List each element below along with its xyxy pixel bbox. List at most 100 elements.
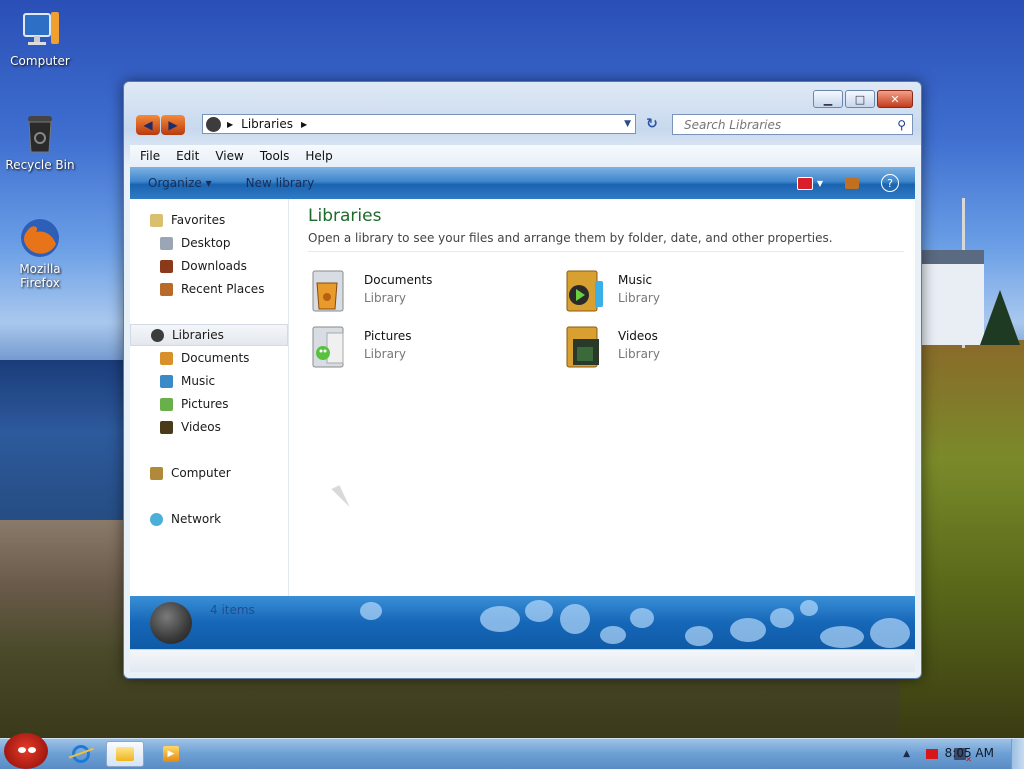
page-title: Libraries: [308, 206, 382, 226]
preview-pane-button[interactable]: [845, 177, 859, 189]
library-name: Pictures: [364, 329, 412, 343]
search-icon[interactable]: ⚲: [897, 118, 906, 132]
documents-icon: [160, 351, 173, 365]
taskbar-internet-explorer[interactable]: [62, 741, 100, 767]
show-hidden-icons-button[interactable]: ▲: [903, 749, 910, 759]
nav-recent-places[interactable]: Recent Places: [130, 278, 288, 300]
nav-desktop[interactable]: Desktop: [130, 232, 288, 254]
explorer-window: ▁ □ ✕ ◀ ▶ ▶ Libraries ▶ ▼ ↻ ⚲ File Edit …: [123, 81, 922, 679]
file-list: Libraries Open a library to see your fil…: [289, 199, 915, 596]
taskbar-media-player[interactable]: ▶: [152, 741, 190, 767]
library-documents[interactable]: Documents Library: [311, 267, 551, 317]
menu-edit[interactable]: Edit: [176, 149, 199, 163]
library-type: Library: [364, 347, 406, 361]
close-button[interactable]: ✕: [877, 90, 913, 108]
minimize-button[interactable]: ▁: [813, 90, 843, 108]
maximize-icon: □: [854, 92, 866, 106]
breadcrumb-expand-icon[interactable]: ▶: [301, 120, 307, 129]
maximize-button[interactable]: □: [845, 90, 875, 108]
show-desktop-button[interactable]: [1011, 739, 1024, 769]
music-library-icon: [565, 269, 603, 313]
details-pane: 4 items: [130, 596, 915, 649]
nav-computer[interactable]: Computer: [130, 462, 288, 484]
nav-music[interactable]: Music: [130, 370, 288, 392]
search-input[interactable]: [682, 116, 898, 133]
chevron-down-icon: ▼: [816, 178, 823, 188]
command-bar: Organize ▾ New library ▼ ?: [130, 167, 915, 199]
library-type: Library: [618, 347, 660, 361]
nav-favorites[interactable]: Favorites: [130, 209, 288, 231]
nav-label: Downloads: [181, 259, 247, 273]
music-icon: [160, 374, 173, 388]
forward-arrow-icon: ▶: [168, 118, 178, 132]
taskbar: ▶ ▲ 8:05 AM: [0, 733, 1024, 769]
star-icon: [150, 213, 163, 227]
action-center-icon[interactable]: [926, 749, 938, 759]
clock[interactable]: 8:05 AM: [945, 746, 994, 760]
nav-downloads[interactable]: Downloads: [130, 255, 288, 277]
library-pictures[interactable]: Pictures Library: [311, 323, 551, 373]
nav-label: Desktop: [181, 236, 231, 250]
library-videos[interactable]: Videos Library: [565, 323, 805, 373]
nav-network[interactable]: Network: [130, 508, 288, 530]
videos-library-icon: [565, 325, 601, 369]
desktop-icon-computer[interactable]: Computer: [0, 8, 80, 68]
address-dropdown-icon[interactable]: ▼: [624, 119, 631, 129]
close-icon: ✕: [890, 92, 900, 106]
library-type: Library: [618, 291, 660, 305]
menu-view[interactable]: View: [215, 149, 243, 163]
library-name: Music: [618, 273, 653, 287]
taskbar-explorer[interactable]: [106, 741, 144, 767]
help-button[interactable]: ?: [881, 174, 899, 192]
nav-label: Recent Places: [181, 282, 265, 296]
back-button[interactable]: ◀: [136, 115, 160, 135]
decor-bubble: [360, 602, 382, 620]
nav-videos[interactable]: Videos: [130, 416, 288, 438]
nav-documents[interactable]: Documents: [130, 347, 288, 369]
downloads-icon: [160, 259, 173, 273]
forward-button[interactable]: ▶: [161, 115, 185, 135]
decor-bubble: [770, 608, 794, 628]
nav-label: Favorites: [171, 213, 226, 227]
refresh-button[interactable]: ↻: [642, 114, 662, 134]
status-bar: [130, 649, 915, 672]
folder-icon: [116, 747, 134, 761]
start-button[interactable]: [4, 733, 48, 769]
new-library-button[interactable]: New library: [246, 176, 315, 190]
menu-file[interactable]: File: [140, 149, 160, 163]
internet-explorer-icon: [72, 745, 90, 763]
nav-pictures[interactable]: Pictures: [130, 393, 288, 415]
divider: [308, 251, 904, 252]
decor-bubble: [800, 600, 818, 616]
desktop-icon-recycle-bin[interactable]: Recycle Bin: [0, 112, 80, 172]
library-type: Library: [364, 291, 406, 305]
nav-buttons: ◀ ▶: [136, 115, 186, 135]
decor-bubble: [480, 606, 520, 632]
view-icon: [796, 176, 813, 190]
library-music[interactable]: Music Library: [565, 267, 805, 317]
libraries-orb-icon: [150, 602, 192, 644]
library-name: Videos: [618, 329, 658, 343]
search-box: ⚲: [672, 114, 913, 135]
menu-help[interactable]: Help: [305, 149, 332, 163]
recent-places-icon: [160, 282, 173, 296]
library-name: Documents: [364, 273, 433, 287]
wallpaper-house: [922, 250, 984, 345]
organize-button[interactable]: Organize ▾: [148, 176, 212, 190]
nav-libraries[interactable]: Libraries: [130, 324, 288, 346]
recycle-bin-icon: [18, 112, 62, 156]
pictures-icon: [160, 397, 173, 411]
decor-bubble: [560, 604, 590, 634]
breadcrumb-libraries[interactable]: Libraries: [241, 117, 293, 131]
libraries-icon: [206, 116, 221, 132]
menu-tools[interactable]: Tools: [260, 149, 290, 163]
media-player-icon: ▶: [163, 746, 179, 762]
change-view-button[interactable]: ▼: [796, 176, 823, 190]
desktop-icon-firefox[interactable]: Mozilla Firefox: [0, 216, 80, 290]
firefox-icon: [18, 216, 62, 260]
address-bar[interactable]: ▶ Libraries ▶ ▼: [202, 114, 636, 134]
desktop-icon: [160, 236, 173, 250]
decor-bubble: [600, 626, 626, 644]
nav-label: Music: [181, 374, 216, 388]
libraries-icon: [151, 328, 164, 342]
